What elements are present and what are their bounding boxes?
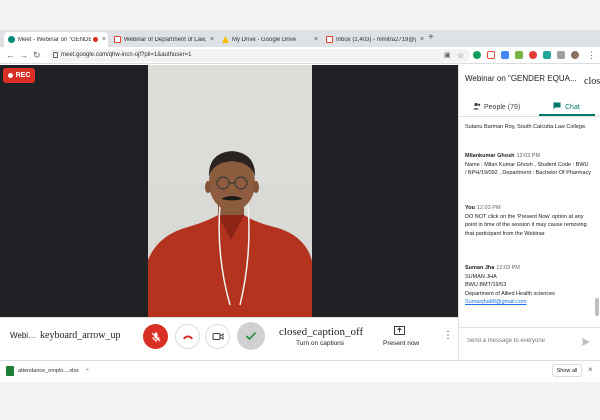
- puzzle-icon[interactable]: [557, 51, 565, 59]
- close-icon[interactable]: ×: [100, 36, 108, 43]
- meeting-title[interactable]: Webi…: [10, 331, 36, 340]
- meeting-controls-bar: Webi… keyboard_arrow_up closed_caption_o…: [0, 317, 458, 360]
- closed-caption-off-icon[interactable]: closed_caption_off: [279, 326, 363, 338]
- url-text: meet.google.com/qhw-incn-ojf?pli=1&authu…: [61, 52, 192, 58]
- people-tab-label: People (79): [484, 104, 521, 111]
- chat-messages[interactable]: Sutanu Barman Roy, South Calcutta Law Co…: [459, 120, 595, 325]
- chat-sidebar: Webinar on "GENDER EQUA... clos People (…: [458, 65, 600, 360]
- meet-icon: [8, 36, 15, 43]
- call-end-icon: [182, 335, 193, 339]
- chat-icon: [553, 102, 561, 110]
- gmail-icon: [326, 36, 333, 43]
- chat-message: Suman Jha 12:03 PM SUMAN JHA BWU BMT/19/5…: [465, 264, 591, 307]
- mic-off-button[interactable]: [143, 324, 168, 349]
- show-all-button[interactable]: Show all: [552, 364, 582, 377]
- active-tab-indicator: [539, 114, 595, 116]
- message-time: 12:03 PM: [516, 153, 541, 159]
- extension-icon[interactable]: [515, 51, 523, 59]
- chat-input[interactable]: [467, 338, 577, 344]
- message-line: BWU BMT/19/53: [465, 282, 507, 288]
- message-sender: Suman Jha: [465, 265, 495, 271]
- participant-video[interactable]: [148, 65, 312, 317]
- message-line: SUMAN JHA: [465, 273, 497, 280]
- tab-inbox[interactable]: Inbox (2,403) - mmitra2719@gm ×: [322, 32, 426, 47]
- forward-arrow-icon[interactable]: →: [19, 50, 28, 61]
- tab-title: Inbox (2,403) - mmitra2719@gm: [336, 36, 416, 43]
- download-filename: attendance_emplo....xlsx: [18, 368, 79, 374]
- tab-chat[interactable]: Chat: [553, 102, 580, 111]
- message-text: Sutanu Barman Roy, South Calcutta Law Co…: [465, 124, 587, 130]
- chat-message: Milankumar Ghosh 12:03 PM Name : Milan Ku…: [465, 152, 591, 178]
- extension-icon[interactable]: [529, 51, 537, 59]
- gmail-extension-icon[interactable]: [487, 51, 495, 59]
- address-bar[interactable]: meet.google.com/qhw-incn-ojf?pli=1&authu…: [48, 49, 470, 62]
- chat-scrollbar[interactable]: [595, 298, 599, 316]
- people-icon: [473, 102, 481, 110]
- chat-message: You 12:03 PM DO NOT click on the 'Present…: [465, 204, 591, 238]
- navigation-bar: ← → ↻ meet.google.com/qhw-incn-ojf?pli=1…: [0, 47, 600, 64]
- message-sender: You: [465, 205, 475, 211]
- send-icon[interactable]: [581, 337, 591, 347]
- rec-label: REC: [15, 72, 31, 79]
- videocam-icon: [212, 333, 223, 340]
- avatar[interactable]: [571, 51, 579, 59]
- star-icon[interactable]: ☆: [457, 50, 464, 61]
- chevron-up-icon[interactable]: ⌃: [85, 368, 90, 375]
- download-bar: attendance_emplo....xlsx ⌃ Show all ×: [0, 360, 600, 380]
- back-arrow-icon[interactable]: ←: [6, 50, 15, 61]
- message-line: Department of Allied Health sciences: [465, 290, 555, 297]
- record-dot-icon: [7, 73, 13, 78]
- close-icon[interactable]: ×: [312, 36, 320, 43]
- gmail-icon: [114, 36, 121, 43]
- close-icon[interactable]: ×: [418, 36, 426, 43]
- download-item[interactable]: attendance_emplo....xlsx ⌃: [6, 365, 90, 377]
- extension-icon[interactable]: [501, 51, 509, 59]
- excel-file-icon: [6, 366, 14, 376]
- tab-gmail-webinar[interactable]: Webinar of Department of Law, I ×: [110, 32, 216, 47]
- reload-icon[interactable]: ↻: [33, 50, 41, 61]
- present-now-label[interactable]: Present now: [383, 340, 419, 347]
- recording-badge: REC: [3, 68, 35, 83]
- tab-strip: Meet - Webinar on "GENDE × Webinar of De…: [0, 30, 600, 47]
- keyboard-arrow-up-icon[interactable]: keyboard_arrow_up: [40, 330, 121, 341]
- message-time: 12:03 PM: [476, 205, 501, 211]
- tab-people[interactable]: People (79): [473, 102, 520, 111]
- message-text: Name : Milan Kumar Ghosh , Student Code …: [465, 161, 591, 177]
- recording-indicator-icon: [93, 37, 98, 42]
- tab-meet[interactable]: Meet - Webinar on "GENDE ×: [4, 32, 108, 47]
- tab-drive[interactable]: My Drive - Google Drive ×: [218, 32, 320, 47]
- tab-title: Webinar of Department of Law, I: [124, 36, 206, 43]
- more-options-icon[interactable]: ⋮: [443, 330, 453, 341]
- compose-area: [459, 327, 600, 360]
- more-vert-icon[interactable]: ⋮: [587, 50, 596, 61]
- email-link[interactable]: Sumanjha88@gmail.com: [465, 298, 591, 307]
- chat-message: Sutanu Barman Roy, South Calcutta Law Co…: [465, 123, 591, 132]
- mic-off-icon: [151, 332, 160, 342]
- close-icon[interactable]: ×: [208, 36, 216, 43]
- tab-title: Meet - Webinar on "GENDE: [18, 36, 91, 43]
- new-tab-button[interactable]: +: [428, 32, 434, 44]
- sidebar-title: Webinar on "GENDER EQUA...: [465, 74, 577, 83]
- message-time: 12:03 PM: [496, 265, 520, 271]
- camera-toggle-button[interactable]: [205, 324, 230, 349]
- close-icon[interactable]: clos: [584, 76, 600, 87]
- check-icon: [245, 331, 257, 341]
- lock-icon[interactable]: [53, 52, 58, 58]
- camera-icon[interactable]: ▣: [444, 50, 451, 61]
- extension-icon[interactable]: [473, 51, 481, 59]
- grid-check-button[interactable]: [237, 322, 265, 350]
- message-sender: Milankumar Ghosh: [465, 153, 515, 159]
- captions-label[interactable]: Turn on captions: [296, 340, 344, 347]
- speaker-image: [148, 65, 312, 317]
- message-text: DO NOT click on the 'Present Now' option…: [465, 213, 587, 237]
- close-icon[interactable]: ×: [588, 365, 593, 374]
- chat-tab-label: Chat: [565, 104, 580, 111]
- extension-icon[interactable]: [543, 51, 551, 59]
- present-screen-icon[interactable]: [394, 326, 405, 335]
- tab-title: My Drive - Google Drive: [232, 36, 297, 43]
- hang-up-button[interactable]: [175, 324, 200, 349]
- drive-icon: [222, 36, 229, 43]
